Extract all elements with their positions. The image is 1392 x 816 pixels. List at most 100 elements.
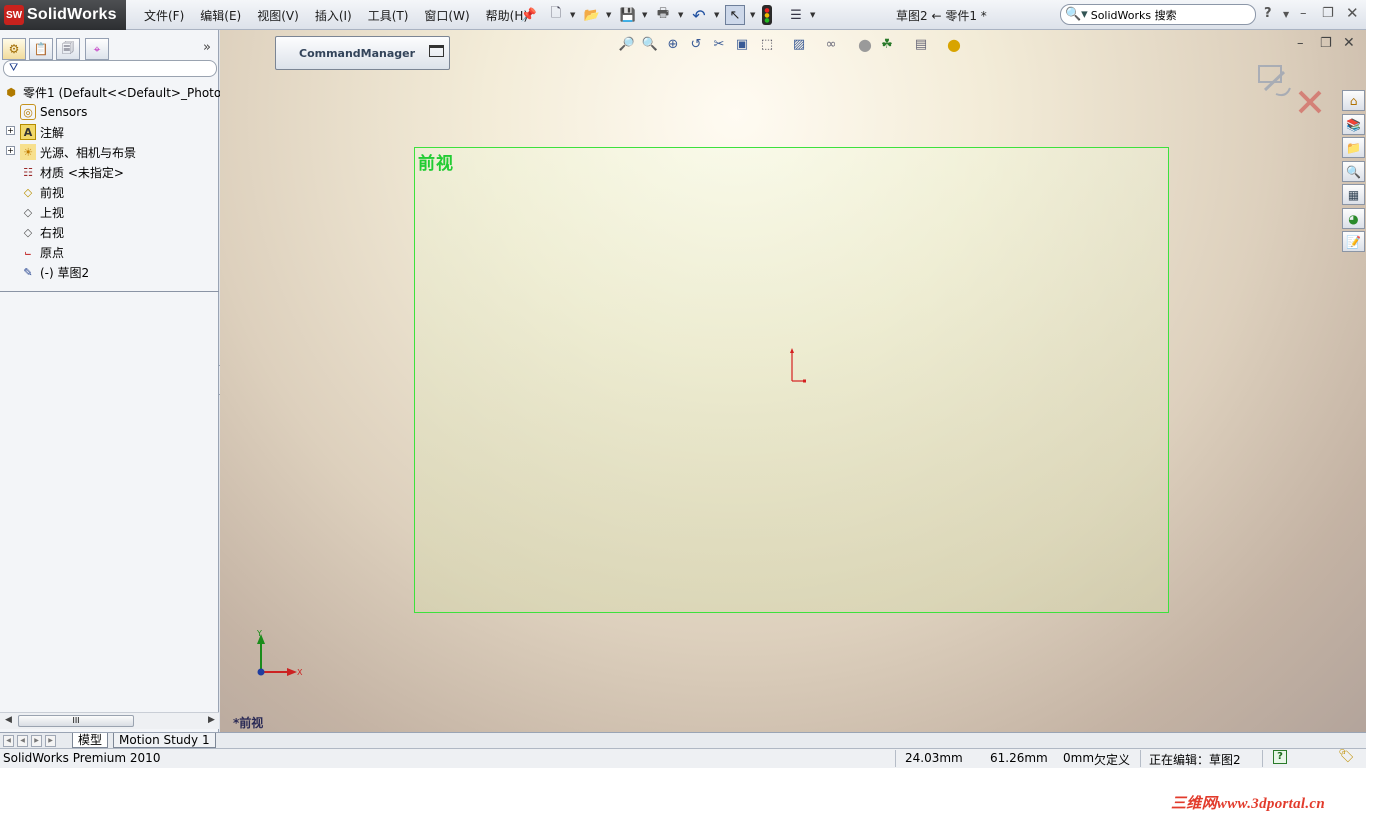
menu-tools[interactable]: 工具(T)	[360, 7, 417, 24]
plane-icon: ◇	[23, 225, 33, 239]
tab-motion-study[interactable]: Motion Study 1	[113, 733, 216, 748]
restore-icon[interactable]: ❐	[1322, 6, 1334, 21]
expand-panel-icon[interactable]: »	[203, 40, 211, 55]
menu-bar: 文件(F) 编辑(E) 视图(V) 插入(I) 工具(T) 窗口(W) 帮助(H…	[136, 0, 536, 30]
zoom-in-out-icon[interactable]: ⊕	[664, 35, 682, 53]
close-icon[interactable]: ✕	[1346, 4, 1359, 22]
scroll-right-icon[interactable]: ▶	[208, 715, 215, 725]
tree-node-right-plane[interactable]: ◇ 右视	[20, 222, 64, 242]
horizontal-scrollbar[interactable]: ◀ III ▶	[0, 712, 219, 729]
print-dropdown-icon[interactable]: ▼	[678, 11, 683, 19]
tree-node-front-plane[interactable]: ◇ 前视	[20, 182, 64, 202]
print-icon[interactable]: 🖶	[653, 5, 673, 25]
sketch-status: 欠定义	[1094, 753, 1131, 767]
expand-annotations-icon[interactable]: +	[6, 126, 15, 135]
view-palette-icon[interactable]: ▦	[1342, 184, 1365, 205]
help-dropdown-icon[interactable]: ▼	[1283, 10, 1289, 19]
maximize-icon[interactable]	[429, 45, 444, 57]
tree-filter-input[interactable]: ⛛	[3, 60, 217, 77]
first-tab-icon[interactable]: ◀	[3, 735, 14, 747]
section-view-icon[interactable]: ✂	[710, 35, 728, 53]
solidworks-resources-icon[interactable]: ⌂	[1342, 90, 1365, 111]
scroll-thumb[interactable]: III	[18, 715, 134, 727]
appearances-icon[interactable]: ◕	[1342, 208, 1365, 229]
menu-window[interactable]: 窗口(W)	[416, 7, 477, 24]
featuremanager-tab-icon[interactable]: ⚙	[2, 38, 26, 60]
edit-appearance-icon[interactable]: ∞	[822, 35, 840, 53]
undo-icon[interactable]: ↶	[689, 5, 709, 25]
viewport-minimize-icon[interactable]: –	[1297, 36, 1304, 51]
last-tab-icon[interactable]: ▶	[45, 735, 56, 747]
tree-node-sensors[interactable]: ◎ Sensors	[20, 102, 87, 122]
configurationmanager-tab-icon[interactable]: 🗐	[56, 38, 80, 60]
tags-icon[interactable]: 🏷	[1338, 749, 1355, 764]
sketch-origin-icon[interactable]	[790, 348, 810, 384]
filter-icon[interactable]: ⛛	[9, 61, 18, 75]
tree-node-lights-cameras[interactable]: ☀ 光源、相机与布景	[20, 142, 136, 162]
view-orientation-icon[interactable]: ▣	[733, 35, 751, 53]
tree-node-part[interactable]: ⬢ 零件1 (Default<<Default>_Photo\	[3, 82, 225, 102]
document-title: 草图2 ← 零件1 *	[896, 9, 987, 23]
expand-lights-icon[interactable]: +	[6, 146, 15, 155]
graphics-area[interactable]: CommandManager 🔎 🔍 ⊕ ↺ ✂ ▣ ⬚ ▨ ∞ ● ☘ ▤ ●…	[220, 30, 1366, 732]
new-dropdown-icon[interactable]: ▼	[570, 11, 575, 19]
render-tools-icon[interactable]: ●	[945, 35, 963, 54]
pin-icon[interactable]: 📌	[519, 5, 539, 25]
hide-show-items-icon[interactable]: ▨	[790, 35, 808, 53]
propertymanager-tab-icon[interactable]: 📋	[29, 38, 53, 60]
tree-node-material[interactable]: ☷ 材质 <未指定>	[20, 162, 124, 182]
command-manager-button[interactable]: CommandManager	[275, 36, 450, 70]
zoom-to-area-icon[interactable]: 🔍	[641, 35, 659, 53]
display-style-icon[interactable]: ⬚	[758, 35, 776, 53]
quick-tips-icon[interactable]: ?	[1273, 750, 1287, 764]
search-icon[interactable]: 🔍▾	[1065, 7, 1088, 22]
tree-node-annotations[interactable]: A 注解	[20, 122, 64, 142]
exit-sketch-icon[interactable]	[1258, 65, 1291, 97]
previous-view-icon[interactable]: ↺	[687, 35, 705, 53]
apply-scene-icon[interactable]: ●	[856, 35, 874, 54]
save-dropdown-icon[interactable]: ▼	[642, 11, 647, 19]
reference-triad[interactable]: Y X	[253, 630, 303, 680]
open-folder-icon[interactable]: 📂	[582, 5, 602, 25]
undo-dropdown-icon[interactable]: ▼	[714, 11, 719, 19]
select-arrow-icon[interactable]: ↖	[725, 5, 745, 25]
help-icon[interactable]: ?	[1264, 6, 1272, 21]
tree-node-origin[interactable]: ⨽ 原点	[20, 242, 64, 262]
sensors-icon: ◎	[20, 104, 36, 120]
tab-model[interactable]: 模型	[72, 733, 109, 748]
design-library-icon[interactable]: 📚	[1342, 114, 1365, 135]
dimxpert-tab-icon[interactable]: ⌖	[85, 38, 109, 60]
rebuild-traffic-light-icon[interactable]: ● ● ●	[762, 5, 772, 25]
rollback-bar[interactable]	[0, 291, 219, 292]
options-dropdown-icon[interactable]: ▼	[810, 11, 815, 19]
custom-properties-icon[interactable]: 📝	[1342, 231, 1365, 252]
search-results-icon[interactable]: 🔍	[1342, 161, 1365, 182]
realview-icon[interactable]: ▤	[912, 35, 930, 53]
scroll-left-icon[interactable]: ◀	[5, 715, 12, 725]
zoom-to-fit-icon[interactable]: 🔎	[618, 35, 636, 53]
next-tab-icon[interactable]: ▶	[31, 735, 42, 747]
menu-edit[interactable]: 编辑(E)	[192, 7, 249, 24]
options-icon[interactable]: ☰	[786, 5, 806, 25]
menu-insert[interactable]: 插入(I)	[307, 7, 360, 24]
menu-view[interactable]: 视图(V)	[249, 7, 307, 24]
save-icon[interactable]: 💾	[618, 5, 638, 25]
select-dropdown-icon[interactable]: ▼	[750, 11, 755, 19]
tree-node-top-plane[interactable]: ◇ 上视	[20, 202, 64, 222]
viewport-restore-icon[interactable]: ❐	[1320, 36, 1332, 51]
minimize-icon[interactable]: –	[1300, 6, 1307, 21]
new-document-icon[interactable]: 🗋	[546, 5, 566, 25]
file-explorer-icon[interactable]: 📁	[1342, 137, 1365, 158]
viewport-close-icon[interactable]: ✕	[1343, 35, 1355, 51]
menu-file[interactable]: 文件(F)	[136, 7, 192, 24]
open-dropdown-icon[interactable]: ▼	[606, 11, 611, 19]
tree-node-label: 原点	[40, 245, 65, 260]
previous-tab-icon[interactable]: ◀	[17, 735, 28, 747]
tree-node-label: 零件1 (Default<<Default>_Photo\	[23, 85, 226, 100]
cancel-sketch-icon[interactable]	[1298, 90, 1322, 114]
task-pane-tabs: ⌂ 📚 📁 🔍 ▦ ◕ 📝	[1342, 90, 1366, 260]
tree-node-sketch2[interactable]: ✎ (-) 草图2	[20, 262, 89, 282]
view-settings-icon[interactable]: ☘	[878, 35, 896, 53]
search-input[interactable]: 🔍▾ SolidWorks 搜索	[1060, 4, 1256, 25]
solidworks-logo[interactable]: SW SolidWorks	[0, 0, 126, 30]
